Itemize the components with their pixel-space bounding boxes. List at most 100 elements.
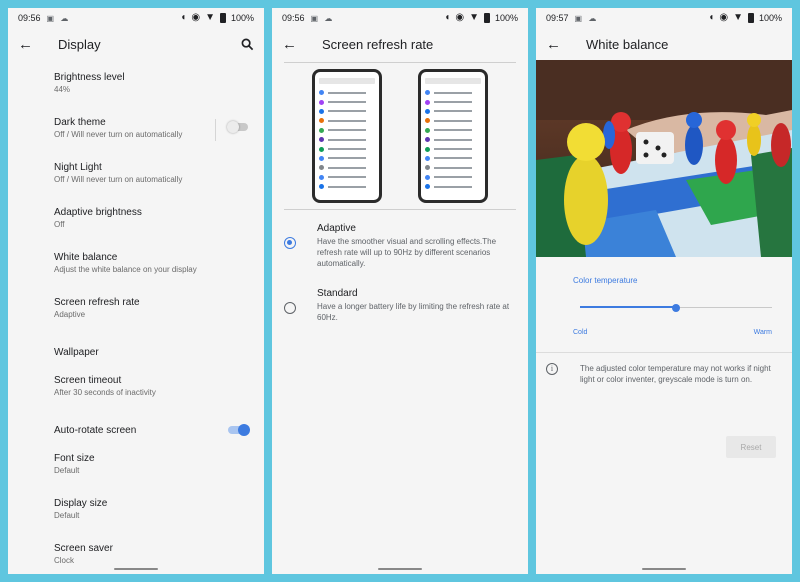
preview-search-bar xyxy=(425,78,481,84)
warm-label: Warm xyxy=(753,329,772,336)
page-title: Display xyxy=(58,36,101,52)
adaptive-radio-button[interactable] xyxy=(284,237,296,249)
headphones-icon: ◖ xyxy=(708,12,715,23)
wifi-icon: ▼ xyxy=(733,12,743,23)
auto-rotate-toggle[interactable] xyxy=(228,424,250,436)
preview-row xyxy=(425,182,481,191)
color-temperature-slider[interactable] xyxy=(580,302,772,314)
wifi-icon: ▼ xyxy=(469,12,479,23)
notification-icons: ▣ ☁ xyxy=(46,13,71,23)
option-title: Standard xyxy=(317,288,358,299)
setting-subtitle: Default xyxy=(54,511,80,520)
back-arrow-icon[interactable]: ← xyxy=(546,36,570,53)
status-time: 09:56 xyxy=(18,13,41,23)
setting-adaptive-brightness[interactable]: Adaptive brightness Off xyxy=(8,203,264,248)
option-description: Have a longer battery life by limiting t… xyxy=(317,302,510,322)
settings-list: Brightness level 44% Dark theme Off / Wi… xyxy=(8,60,264,574)
setting-dark-theme[interactable]: Dark theme Off / Will never turn on auto… xyxy=(8,113,264,158)
display-settings-screen: 09:56 ▣ ☁ ◖ ◉ ▼ 100% ← Display Brightnes… xyxy=(8,8,264,574)
setting-display-size[interactable]: Display size Default xyxy=(8,494,264,539)
eye-icon: ◉ xyxy=(455,12,465,23)
status-bar: 09:57 ▣ ☁ ◖ ◉ ▼ 100% xyxy=(536,8,792,28)
page-title: Screen refresh rate xyxy=(322,36,434,52)
battery-icon xyxy=(219,13,226,23)
setting-night-light[interactable]: Night Light Off / Will never turn on aut… xyxy=(8,158,264,203)
setting-auto-rotate[interactable]: Auto-rotate screen xyxy=(8,416,264,449)
setting-screen-timeout[interactable]: Screen timeout After 30 seconds of inact… xyxy=(8,371,264,416)
preview-row xyxy=(425,116,481,125)
setting-title: Screen timeout xyxy=(54,375,122,386)
setting-title: Adaptive brightness xyxy=(54,207,142,218)
setting-subtitle: Off / Will never turn on automatically xyxy=(54,175,183,184)
setting-font-size[interactable]: Font size Default xyxy=(8,449,264,494)
setting-screen-refresh-rate[interactable]: Screen refresh rate Adaptive xyxy=(8,293,264,338)
headphones-icon: ◖ xyxy=(444,12,451,23)
standard-radio-button[interactable] xyxy=(284,302,296,314)
preview-row xyxy=(425,144,481,153)
gesture-nav-bar[interactable] xyxy=(114,568,158,570)
setting-subtitle: Adjust the white balance on your display xyxy=(54,265,197,274)
preview-row xyxy=(319,173,375,182)
info-note: i The adjusted color temperature may not… xyxy=(536,353,792,385)
back-arrow-icon[interactable]: ← xyxy=(18,36,42,53)
status-bar: 09:56 ▣ ☁ ◖ ◉ ▼ 100% xyxy=(8,8,264,28)
preview-row xyxy=(425,135,481,144)
notification-icons: ▣ ☁ xyxy=(310,13,335,23)
setting-white-balance[interactable]: White balance Adjust the white balance o… xyxy=(8,248,264,293)
notification-icons: ▣ ☁ xyxy=(574,13,599,23)
preview-row xyxy=(319,97,375,106)
setting-subtitle: 44% xyxy=(54,85,71,94)
reset-button[interactable]: Reset xyxy=(726,436,776,458)
gesture-nav-bar[interactable] xyxy=(378,568,422,570)
preview-row xyxy=(425,88,481,97)
setting-title: Brightness level xyxy=(54,72,125,83)
preview-row xyxy=(319,163,375,172)
battery-percent: 100% xyxy=(758,13,782,23)
gesture-nav-bar[interactable] xyxy=(642,568,686,570)
info-icon: i xyxy=(546,363,558,375)
setting-wallpaper[interactable]: Wallpaper xyxy=(8,338,264,371)
setting-subtitle: Adaptive xyxy=(54,310,86,319)
preview-row xyxy=(319,182,375,191)
status-bar: 09:56 ▣ ☁ ◖ ◉ ▼ 100% xyxy=(272,8,528,28)
toggle-knob xyxy=(227,121,239,133)
color-temperature-label: Color temperature xyxy=(573,276,638,285)
option-description: Have the smoother visual and scrolling e… xyxy=(317,237,497,268)
battery-icon xyxy=(747,13,754,23)
preview-row xyxy=(425,173,481,182)
option-adaptive[interactable]: Adaptive Have the smoother visual and sc… xyxy=(272,222,528,269)
white-balance-screen: 09:57 ▣ ☁ ◖ ◉ ▼ 100% ← White balance Col… xyxy=(536,8,792,574)
dark-theme-toggle[interactable] xyxy=(227,121,248,133)
battery-icon xyxy=(483,13,490,23)
option-standard[interactable]: Standard Have a longer battery life by l… xyxy=(272,287,528,323)
slider-fill xyxy=(580,306,676,308)
back-arrow-icon[interactable]: ← xyxy=(282,36,306,53)
setting-title: Night Light xyxy=(54,162,102,173)
preview-row xyxy=(425,163,481,172)
setting-title: Screen refresh rate xyxy=(54,297,140,308)
setting-title: Font size xyxy=(54,453,95,464)
setting-brightness-level[interactable]: Brightness level 44% xyxy=(8,68,264,113)
app-bar: ← Screen refresh rate xyxy=(272,28,528,60)
search-icon[interactable] xyxy=(241,38,254,51)
preview-row xyxy=(425,97,481,106)
slider-thumb[interactable] xyxy=(672,304,680,312)
option-title: Adaptive xyxy=(317,223,356,234)
preview-row xyxy=(425,107,481,116)
setting-subtitle: Default xyxy=(54,466,80,475)
setting-subtitle: After 30 seconds of inactivity xyxy=(54,388,156,397)
status-time: 09:57 xyxy=(546,13,569,23)
setting-title: Wallpaper xyxy=(54,347,99,358)
preview-row xyxy=(319,88,375,97)
divider xyxy=(215,119,216,141)
preview-row xyxy=(425,154,481,163)
setting-title: Display size xyxy=(54,498,108,509)
preview-row xyxy=(319,154,375,163)
sample-photo-board-game xyxy=(536,60,792,257)
preview-row xyxy=(319,135,375,144)
battery-percent: 100% xyxy=(230,13,254,23)
phone-preview-illustration xyxy=(418,69,488,203)
battery-percent: 100% xyxy=(494,13,518,23)
headphones-icon: ◖ xyxy=(180,12,187,23)
eye-icon: ◉ xyxy=(719,12,729,23)
